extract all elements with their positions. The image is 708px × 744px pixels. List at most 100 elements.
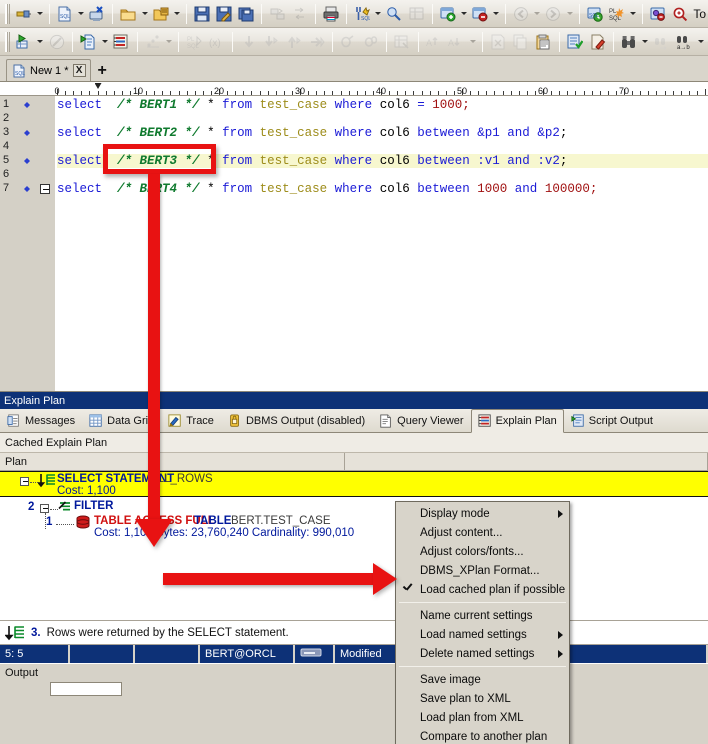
editor-gutter[interactable]: 1 2 3 4 5 6 7 <box>0 96 56 391</box>
plan-expander-filter[interactable] <box>40 504 49 513</box>
toolbar-secondary[interactable]: PL SQL (x) A Aa→b <box>0 28 708 56</box>
save-as-icon[interactable] <box>214 3 234 25</box>
gutter-line[interactable]: 1 <box>0 98 56 112</box>
end-session-icon[interactable] <box>87 3 107 25</box>
open-file-dropdown-arrow[interactable] <box>140 3 150 25</box>
plan-expander-root[interactable] <box>20 477 29 486</box>
sql-recall-icon[interactable]: SQL <box>585 3 605 25</box>
output-tab-dbms-output-disabled[interactable]: DBMS Output (disabled) <box>221 409 372 432</box>
plan-tree[interactable]: SELECT STATEMENT ALL_ROWS Cost: 1,100 2 … <box>0 471 708 621</box>
sql-editor[interactable]: select /* BERT1 */ * from test_case wher… <box>0 96 708 392</box>
menu-item-adjust-colors-fonts[interactable]: Adjust colors/fonts... <box>396 542 569 561</box>
code-line[interactable]: select /* BERT4 */ * from test_case wher… <box>57 182 597 196</box>
gutter-line[interactable]: 7 <box>0 182 56 196</box>
explain-plan-icon[interactable] <box>111 31 132 53</box>
format-sql-icon[interactable]: SQL <box>352 3 372 25</box>
execute-statement-icon[interactable] <box>14 31 35 53</box>
plsql-debug-dropdown-arrow[interactable] <box>628 3 638 25</box>
menu-item-compare-to-another-plan[interactable]: Compare to another plan <box>396 727 569 744</box>
toolbar-grip[interactable] <box>5 31 10 52</box>
recent-files-icon[interactable] <box>151 3 171 25</box>
menu-item-dbms-xplan-format[interactable]: DBMS_XPlan Format... <box>396 561 569 580</box>
replace-dropdown-arrow[interactable] <box>696 31 706 53</box>
menu-item-save-image[interactable]: Save image <box>396 670 569 689</box>
session-connect-dropdown-arrow[interactable] <box>35 3 45 25</box>
fold-toggle-icon[interactable] <box>40 184 50 194</box>
plan-operation-filter[interactable]: FILTER <box>74 500 113 512</box>
explain-plan-context-menu[interactable]: Display mode Adjust content... Adjust colo… <box>395 501 570 744</box>
bookmark-icon[interactable] <box>24 158 30 164</box>
output-tab-script-output[interactable]: Script Output <box>564 409 660 432</box>
gutter-line[interactable]: 6 <box>0 168 56 182</box>
add-watch-dropdown-arrow[interactable] <box>459 3 469 25</box>
describe-icon[interactable] <box>384 3 404 25</box>
menu-item-load-named-settings[interactable]: Load named settings <box>396 625 569 644</box>
output-tab-explain-plan[interactable]: Explain Plan <box>470 409 564 433</box>
menu-item-display-mode[interactable]: Display mode <box>396 504 569 523</box>
bookmark-icon[interactable] <box>24 102 30 108</box>
editor-tab-new1[interactable]: SQL New 1 * X <box>6 59 91 81</box>
menu-item-load-cached-plan-if-possible[interactable]: Load cached plan if possible <box>396 580 569 599</box>
bookmark-icon[interactable] <box>24 186 30 192</box>
sql-code-area[interactable]: select /* BERT1 */ * from test_case wher… <box>57 96 708 391</box>
paste-icon[interactable] <box>533 31 554 53</box>
plan-column-header[interactable]: Plan <box>0 452 708 471</box>
connection[interactable]: BERT@ORCL <box>200 645 295 663</box>
new-sql-window-icon[interactable]: SQL <box>55 3 75 25</box>
new-sql-window-dropdown-arrow[interactable] <box>76 3 86 25</box>
status-bar[interactable]: 5: 5 BERT@ORCL Modified <box>0 645 708 663</box>
menu-item-name-current-settings[interactable]: Name current settings <box>396 606 569 625</box>
output-tab-messages[interactable]: Messages <box>0 409 82 432</box>
execute-as-script-dropdown-arrow[interactable] <box>100 31 110 53</box>
format-sql-dropdown-arrow[interactable] <box>373 3 383 25</box>
output-panel-header[interactable]: Output <box>0 663 708 681</box>
toolbar-grip[interactable] <box>5 3 10 24</box>
open-file-icon[interactable] <box>118 3 138 25</box>
execute-statement-dropdown-arrow[interactable] <box>35 31 45 53</box>
menu-item-adjust-content[interactable]: Adjust content... <box>396 523 569 542</box>
output-input-field[interactable] <box>50 682 122 696</box>
gutter-line[interactable]: 3 <box>0 126 56 140</box>
print-icon[interactable] <box>321 3 341 25</box>
status-slot-3[interactable] <box>135 645 200 663</box>
remove-watch-icon[interactable] <box>470 3 490 25</box>
clear-icon[interactable] <box>587 31 608 53</box>
code-line[interactable]: select /* BERT3 */ * from test_case wher… <box>57 154 567 168</box>
new-tab-button[interactable]: + <box>98 63 107 81</box>
menu-item-save-plan-to-xml[interactable]: Save plan to XML <box>396 689 569 708</box>
add-watch-icon[interactable] <box>438 3 458 25</box>
output-tab-trace[interactable]: Trace <box>161 409 221 432</box>
session-browser-icon[interactable] <box>648 3 668 25</box>
save-all-icon[interactable] <box>236 3 256 25</box>
find-icon[interactable] <box>619 31 640 53</box>
plsql-debug-icon[interactable]: PL SQL <box>607 3 627 25</box>
execute-as-script-icon[interactable] <box>78 31 99 53</box>
find-dropdown-arrow[interactable] <box>640 31 650 53</box>
remove-watch-dropdown-arrow[interactable] <box>491 3 501 25</box>
gutter-line[interactable]: 2 <box>0 112 56 126</box>
plan-column-plan[interactable]: Plan <box>0 452 345 471</box>
syntax-check-icon[interactable] <box>565 31 586 53</box>
bookmark-icon[interactable] <box>24 130 30 136</box>
save-icon[interactable] <box>192 3 212 25</box>
session-connect-icon[interactable] <box>14 3 34 25</box>
menu-item-load-plan-from-xml[interactable]: Load plan from XML <box>396 708 569 727</box>
toolbar-primary[interactable]: SQLSQLSQLPLSQLTo <box>0 0 708 28</box>
recent-files-dropdown-arrow[interactable] <box>172 3 182 25</box>
replace-icon[interactable]: a→b <box>674 31 695 53</box>
find-objects-icon[interactable] <box>670 3 690 25</box>
output-tab-query-viewer[interactable]: Query Viewer <box>372 409 470 432</box>
close-icon[interactable]: X <box>72 64 86 77</box>
keyboard-indicator[interactable] <box>295 645 335 663</box>
code-line[interactable]: select /* BERT2 */ * from test_case wher… <box>57 126 567 140</box>
code-line[interactable]: select /* BERT1 */ * from test_case wher… <box>57 98 470 112</box>
gutter-line[interactable]: 5 <box>0 154 56 168</box>
menu-item-delete-named-settings[interactable]: Delete named settings <box>396 644 569 663</box>
output-tab-bar[interactable]: Messages Data Grid Trace DBMS Output (disab… <box>0 409 708 433</box>
editor-tab-strip[interactable]: SQL New 1 * X + <box>0 56 708 82</box>
gutter-line[interactable]: 4 <box>0 140 56 154</box>
plan-column-blank[interactable] <box>345 452 708 471</box>
status-slot-2[interactable] <box>70 645 135 663</box>
cursor-position[interactable]: 5: 5 <box>0 645 70 663</box>
output-tab-data-grid[interactable]: Data Grid <box>82 409 161 432</box>
